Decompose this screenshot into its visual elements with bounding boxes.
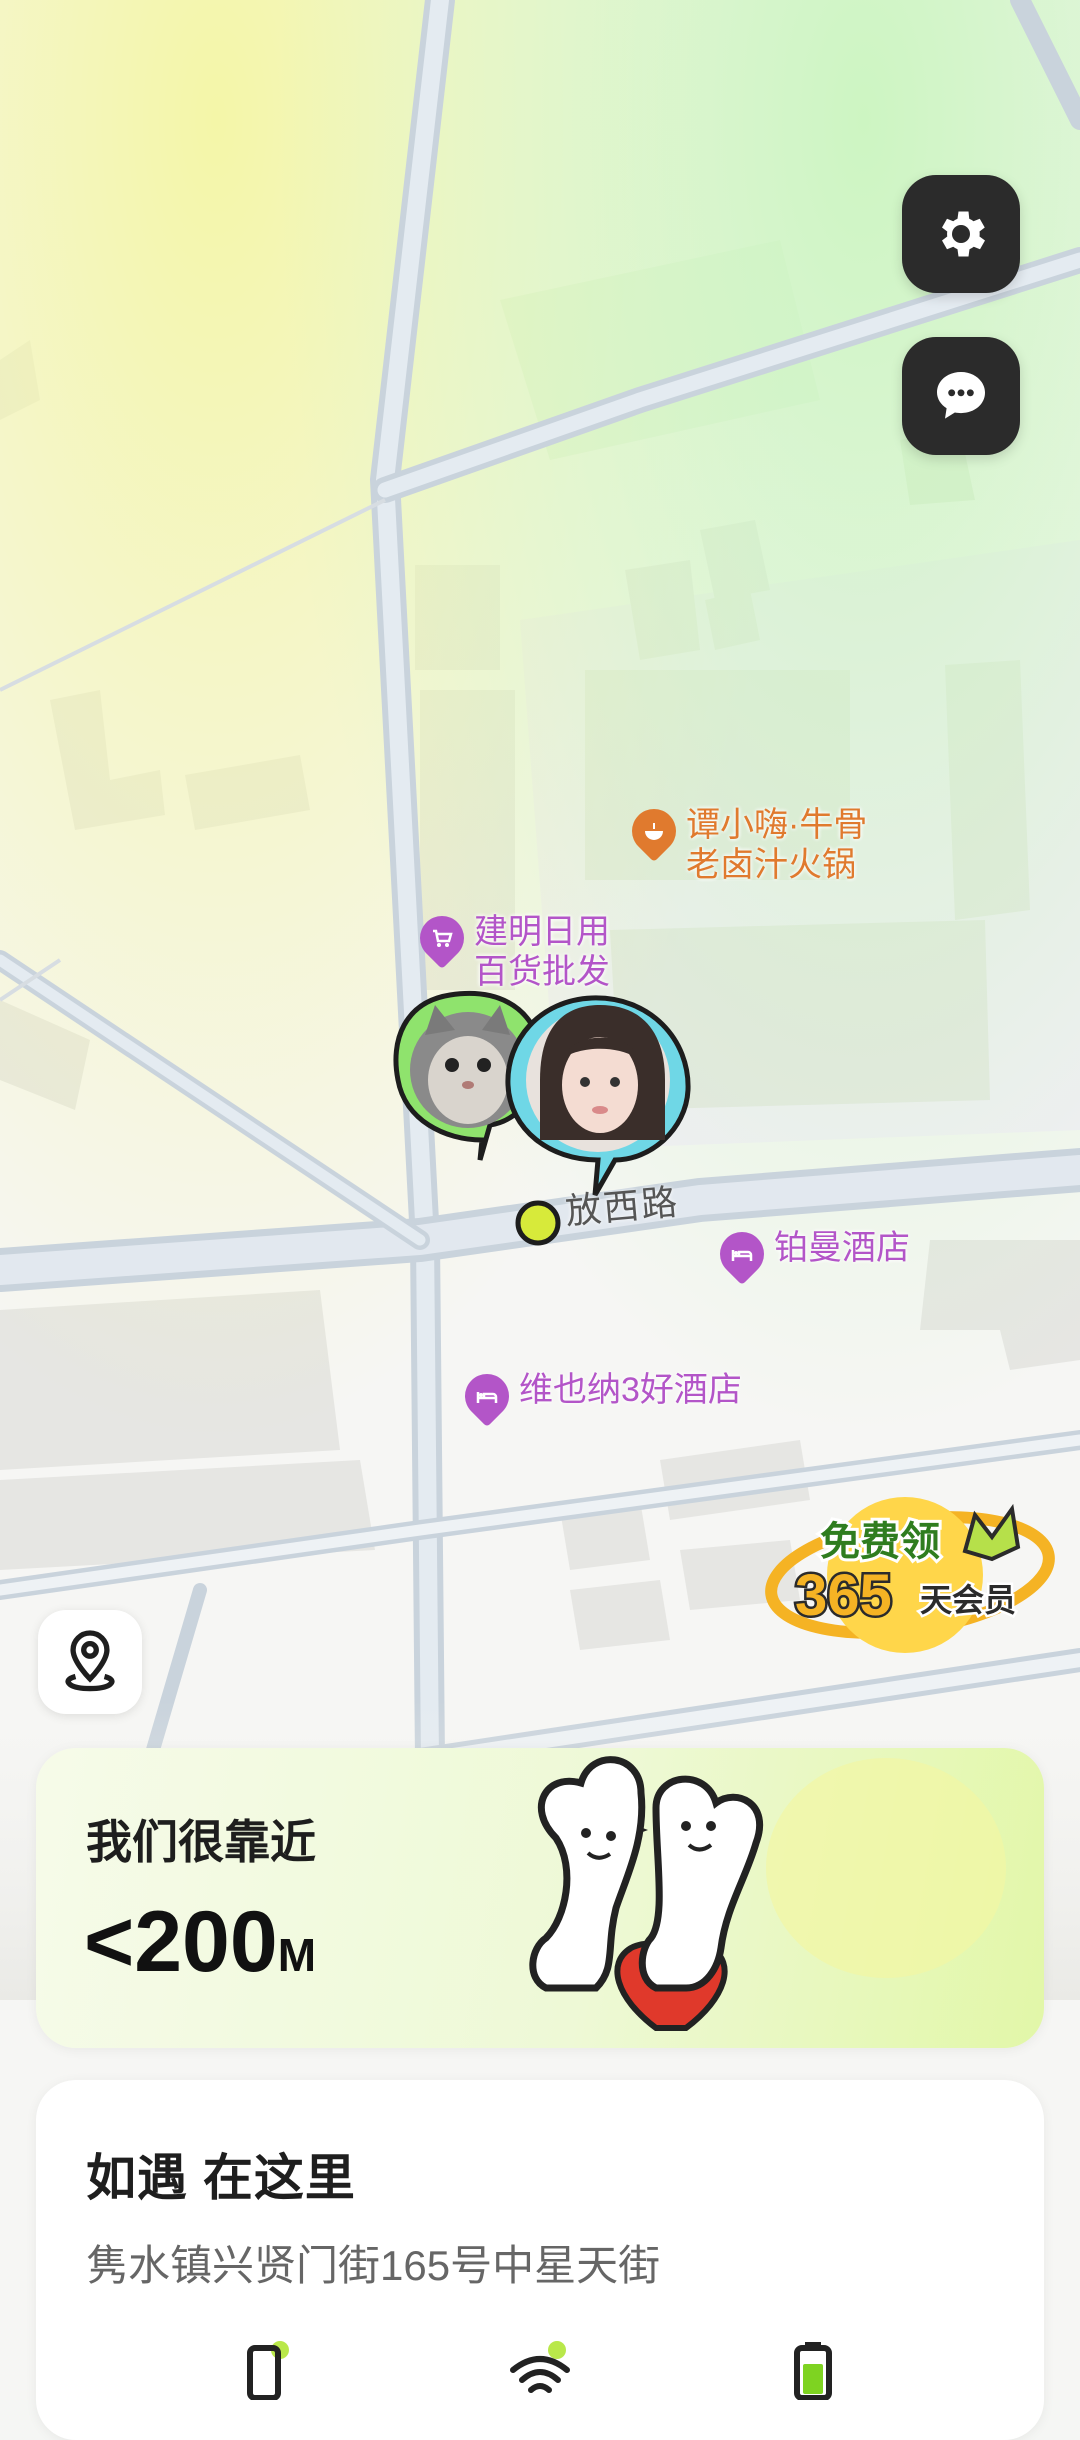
free-membership-promo[interactable]: 免费领 365 天会员 [760,1475,1060,1675]
cart-icon [410,906,474,970]
current-location-dot [515,1200,561,1246]
promo-line1: 免费领 [820,1520,940,1564]
proximity-distance: <200M [84,1893,316,1992]
locate-button[interactable] [38,1610,142,1714]
location-pin-icon [65,1630,115,1692]
location-info-card[interactable]: 如遇 在这里 隽水镇兴贤门街165号中星天街 [36,2080,1044,2440]
battery-icon [793,2342,832,2400]
poi-label: 铂曼酒店 [774,1229,910,1267]
bed-icon [455,1364,519,1428]
restaurant-icon [622,799,686,863]
wifi-icon [509,2341,570,2393]
poi-label: 维也纳3好酒店 [519,1371,742,1409]
distance-unit: M [277,1929,317,1981]
poi-label: 谭小嗨·牛骨 老卤汁火锅 [686,806,868,884]
promo-line3: 天会员 [920,1582,1016,1618]
device-status-row [36,2340,1044,2400]
gear-icon [942,211,985,257]
settings-button[interactable] [902,175,1020,293]
bed-icon [710,1222,774,1286]
chat-bubble-icon [937,372,985,419]
road-label: 放西路 [563,1181,681,1232]
proximity-card[interactable]: 我们很靠近 <200M [36,1748,1044,2048]
promo-line2: 365 [795,1563,892,1628]
poi-restaurant[interactable]: 谭小嗨·牛骨 老卤汁火锅 [622,799,868,885]
poi-hotel[interactable]: 铂曼酒店 [710,1222,910,1286]
couple-hearts-illustration [529,1756,1006,2031]
phone-icon [247,2341,290,2400]
location-title: 如遇 在这里 [86,2150,356,2206]
poi-hotel[interactable]: 维也纳3好酒店 [455,1364,742,1428]
distance-value: <200 [84,1894,278,1990]
poi-label: 建明日用 百货批发 [474,913,610,991]
proximity-title: 我们很靠近 [86,1816,316,1868]
poi-shop[interactable]: 建明日用 百货批发 [410,906,610,992]
chat-button[interactable] [902,337,1020,455]
location-address: 隽水镇兴贤门街165号中星天街 [86,2242,661,2289]
